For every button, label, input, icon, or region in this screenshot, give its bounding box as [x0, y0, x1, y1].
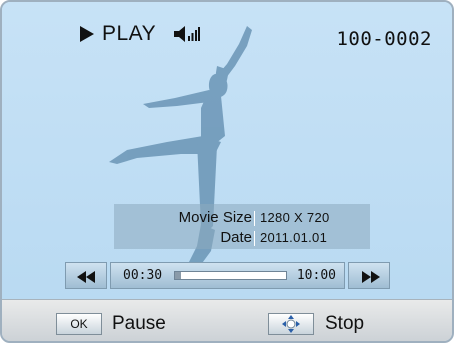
dpad-button[interactable]: [268, 313, 314, 335]
current-time: 00:30: [123, 268, 163, 283]
info-divider: [254, 211, 255, 226]
stop-label: Stop: [325, 313, 365, 334]
info-divider: [254, 231, 255, 246]
file-number: 100-0002: [336, 28, 432, 50]
fast-forward-button[interactable]: [348, 262, 390, 289]
playback-controls: 00:30 10:00: [65, 262, 390, 289]
ok-button[interactable]: OK: [56, 313, 102, 335]
date-value: 2011.01.01: [260, 230, 328, 245]
time-bar: 00:30 10:00: [110, 262, 345, 289]
play-icon: [80, 26, 94, 42]
date-label: Date: [220, 229, 252, 246]
progress-fill: [175, 272, 181, 279]
movie-size-row: Movie Size 1280 X 720: [114, 208, 370, 228]
camera-screen-frame: PLAY 100-0002 Movie Size 1280 X 720 Date…: [0, 0, 454, 343]
movie-size-value: 1280 X 720: [260, 210, 330, 225]
playback-screen: PLAY 100-0002 Movie Size 1280 X 720 Date…: [2, 2, 452, 299]
movie-size-label: Movie Size: [178, 209, 252, 226]
rewind-button[interactable]: [65, 262, 107, 289]
total-time: 10:00: [296, 268, 336, 283]
pause-label: Pause: [112, 313, 166, 334]
movie-info-panel: Movie Size 1280 X 720 Date 2011.01.01: [114, 204, 370, 249]
softkey-bar: OK Pause Stop: [2, 299, 452, 341]
dpad-icon: [282, 315, 300, 333]
progress-bar[interactable]: [174, 271, 287, 280]
date-row: Date 2011.01.01: [114, 228, 370, 248]
